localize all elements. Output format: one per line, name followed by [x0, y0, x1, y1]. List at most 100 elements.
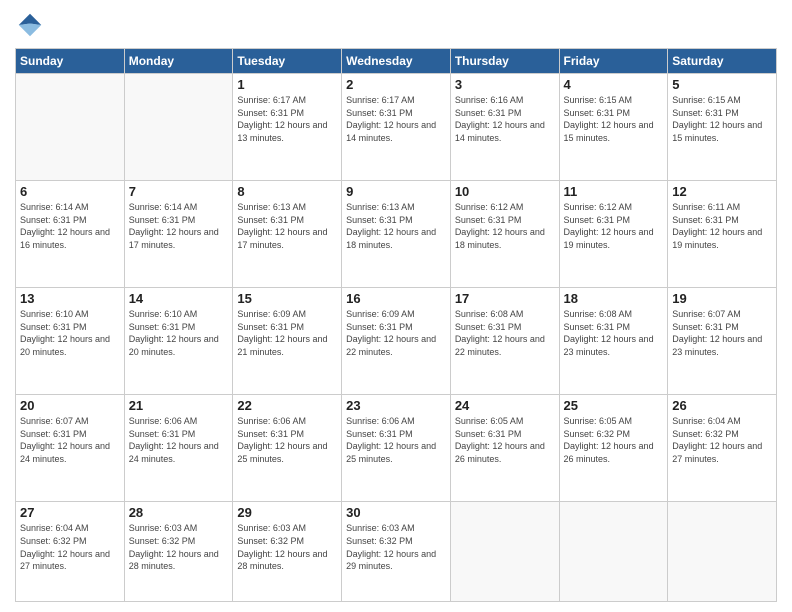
calendar-cell: 13Sunrise: 6:10 AM Sunset: 6:31 PM Dayli… [16, 288, 125, 395]
day-of-week-header: Tuesday [233, 49, 342, 74]
calendar-cell: 16 Sunrise: 6:09 AM Sunset: 6:31 PM Dayli… [342, 288, 451, 395]
calendar-cell [450, 502, 559, 602]
calendar-cell: 25 Sunrise: 6:05 AM Sunset: 6:32 PM Dayli… [559, 395, 668, 502]
calendar-cell: 30 Sunrise: 6:03 AM Sunset: 6:32 PM Dayli… [342, 502, 451, 602]
day-info: Sunrise: 6:04 AM Sunset: 6:32 PM Dayligh… [20, 522, 120, 572]
day-number: 28 [129, 505, 229, 520]
day-number: 9 [346, 184, 446, 199]
logo-icon [15, 10, 45, 40]
day-info: Sunrise: 6:03 AM Sunset: 6:32 PM Dayligh… [129, 522, 229, 572]
day-of-week-header: Monday [124, 49, 233, 74]
day-info: Sunrise: 6:12 AM Sunset: 6:31 PM Dayligh… [564, 201, 664, 251]
day-info: Sunrise: 6:06 AM Sunset: 6:31 PM Dayligh… [237, 415, 337, 465]
calendar-week-row: 13 Sunrise: 6:10 AM Sunset: 6:31 PM Dayli… [16, 288, 777, 395]
calendar-cell: 6 Sunrise: 6:14 AM Sunset: 6:31 PM Daylig… [16, 181, 125, 288]
calendar-cell: 10 Sunrise: 6:12 AM Sunset: 6:31 PM Dayli… [450, 181, 559, 288]
day-number: 25 [564, 398, 664, 413]
day-info: Sunrise: 6:03 AM Sunset: 6:32 PM Dayligh… [346, 522, 446, 572]
calendar-cell: 9 Sunrise: 6:13 AM Sunset: 6:31 PM Daylig… [342, 181, 451, 288]
day-info: Sunrise: 6:11 AM Sunset: 6:31 PM Dayligh… [672, 201, 772, 251]
day-number: 30 [346, 505, 446, 520]
calendar-cell: 2Sunrise: 6:17 AM Sunset: 6:31 PM Daylig… [342, 74, 451, 181]
day-number: 3 [455, 77, 555, 92]
page: SundayMondayTuesdayWednesdayThursdayFrid… [0, 0, 792, 612]
day-of-week-header: Saturday [668, 49, 777, 74]
day-number: 29 [237, 505, 337, 520]
day-number: 17 [455, 291, 555, 306]
calendar-cell: 28 Sunrise: 6:03 AM Sunset: 6:32 PM Dayli… [124, 502, 233, 602]
calendar-cell: 4 Sunrise: 6:15 AM Sunset: 6:31 PM Daylig… [559, 74, 668, 181]
calendar-cell: 24Sunrise: 6:05 AM Sunset: 6:31 PM Dayli… [450, 395, 559, 502]
day-info: Sunrise: 6:13 AM Sunset: 6:31 PM Dayligh… [237, 201, 337, 251]
day-info: Sunrise: 6:14 AM Sunset: 6:31 PM Dayligh… [129, 201, 229, 251]
day-number: 27 [20, 505, 120, 520]
calendar-cell [668, 502, 777, 602]
logo [15, 10, 49, 40]
day-number: 16 [346, 291, 446, 306]
day-info: Sunrise: 6:06 AM Sunset: 6:31 PM Dayligh… [346, 415, 446, 465]
day-info: Sunrise: 6:04 AM Sunset: 6:32 PM Dayligh… [672, 415, 772, 465]
day-info: Sunrise: 6:07 AM Sunset: 6:31 PM Dayligh… [20, 415, 120, 465]
day-number: 23 [346, 398, 446, 413]
calendar-cell [16, 74, 125, 181]
calendar-table: SundayMondayTuesdayWednesdayThursdayFrid… [15, 48, 777, 602]
calendar-week-row: 20 Sunrise: 6:07 AM Sunset: 6:31 PM Dayli… [16, 395, 777, 502]
day-info: Sunrise: 6:05 AM Sunset: 6:32 PM Dayligh… [564, 415, 664, 465]
calendar-cell: 27 Sunrise: 6:04 AM Sunset: 6:32 PM Dayli… [16, 502, 125, 602]
day-info: Sunrise: 6:14 AM Sunset: 6:31 PM Dayligh… [20, 201, 120, 251]
day-number: 11 [564, 184, 664, 199]
day-info: Sunrise: 6:13 AM Sunset: 6:31 PM Dayligh… [346, 201, 446, 251]
calendar-cell: 22 Sunrise: 6:06 AM Sunset: 6:31 PM Dayli… [233, 395, 342, 502]
day-number: 12 [672, 184, 772, 199]
day-info: Sunrise: 6:15 AM Sunset: 6:31 PM Dayligh… [564, 94, 664, 144]
header [15, 10, 777, 40]
day-info: Sunrise: 6:10 AM Sunset: 6:31 PM Dayligh… [129, 308, 229, 358]
day-of-week-header: Friday [559, 49, 668, 74]
day-info: Sunrise: 6:12 AM Sunset: 6:31 PM Dayligh… [455, 201, 555, 251]
calendar-week-row: 27 Sunrise: 6:04 AM Sunset: 6:32 PM Dayli… [16, 502, 777, 602]
day-info: Sunrise: 6:03 AM Sunset: 6:32 PM Dayligh… [237, 522, 337, 572]
day-number: 19 [672, 291, 772, 306]
day-number: 18 [564, 291, 664, 306]
day-number: 8 [237, 184, 337, 199]
day-number: 24 [455, 398, 555, 413]
day-info: Sunrise: 6:16 AM Sunset: 6:31 PM Dayligh… [455, 94, 555, 144]
calendar-cell: 23 Sunrise: 6:06 AM Sunset: 6:31 PM Dayli… [342, 395, 451, 502]
day-info: Sunrise: 6:17 AM Sunset: 6:31 PM Dayligh… [237, 94, 337, 144]
day-info: Sunrise: 6:09 AM Sunset: 6:31 PM Dayligh… [346, 308, 446, 358]
day-number: 20 [20, 398, 120, 413]
day-info: Sunrise: 6:17 AM Sunset: 6:31 PM Dayligh… [346, 94, 446, 144]
day-number: 6 [20, 184, 120, 199]
day-number: 22 [237, 398, 337, 413]
calendar-cell: 11 Sunrise: 6:12 AM Sunset: 6:31 PM Dayli… [559, 181, 668, 288]
calendar-cell: 20 Sunrise: 6:07 AM Sunset: 6:31 PM Dayli… [16, 395, 125, 502]
day-number: 13 [20, 291, 120, 306]
day-number: 26 [672, 398, 772, 413]
calendar-cell: 21 Sunrise: 6:06 AM Sunset: 6:31 PM Dayli… [124, 395, 233, 502]
calendar-cell: 29 Sunrise: 6:03 AM Sunset: 6:32 PM Dayli… [233, 502, 342, 602]
day-of-week-header: Wednesday [342, 49, 451, 74]
calendar-week-row: 1Sunrise: 6:17 AM Sunset: 6:31 PM Daylig… [16, 74, 777, 181]
calendar-cell: 8 Sunrise: 6:13 AM Sunset: 6:31 PM Daylig… [233, 181, 342, 288]
calendar-cell: 5Sunrise: 6:15 AM Sunset: 6:31 PM Daylig… [668, 74, 777, 181]
calendar-week-row: 6 Sunrise: 6:14 AM Sunset: 6:31 PM Daylig… [16, 181, 777, 288]
day-number: 10 [455, 184, 555, 199]
day-number: 5 [672, 77, 772, 92]
day-number: 7 [129, 184, 229, 199]
calendar-cell: 26 Sunrise: 6:04 AM Sunset: 6:32 PM Dayli… [668, 395, 777, 502]
day-info: Sunrise: 6:08 AM Sunset: 6:31 PM Dayligh… [455, 308, 555, 358]
day-info: Sunrise: 6:06 AM Sunset: 6:31 PM Dayligh… [129, 415, 229, 465]
calendar-cell: 15Sunrise: 6:09 AM Sunset: 6:31 PM Dayli… [233, 288, 342, 395]
day-info: Sunrise: 6:07 AM Sunset: 6:31 PM Dayligh… [672, 308, 772, 358]
day-of-week-header: Thursday [450, 49, 559, 74]
calendar-cell: 3 Sunrise: 6:16 AM Sunset: 6:31 PM Daylig… [450, 74, 559, 181]
day-number: 4 [564, 77, 664, 92]
calendar-cell [559, 502, 668, 602]
calendar-cell: 18Sunrise: 6:08 AM Sunset: 6:31 PM Dayli… [559, 288, 668, 395]
calendar-cell: 1Sunrise: 6:17 AM Sunset: 6:31 PM Daylig… [233, 74, 342, 181]
day-number: 15 [237, 291, 337, 306]
calendar-cell: 14Sunrise: 6:10 AM Sunset: 6:31 PM Dayli… [124, 288, 233, 395]
calendar-cell: 7 Sunrise: 6:14 AM Sunset: 6:31 PM Daylig… [124, 181, 233, 288]
calendar-header-row: SundayMondayTuesdayWednesdayThursdayFrid… [16, 49, 777, 74]
day-number: 21 [129, 398, 229, 413]
